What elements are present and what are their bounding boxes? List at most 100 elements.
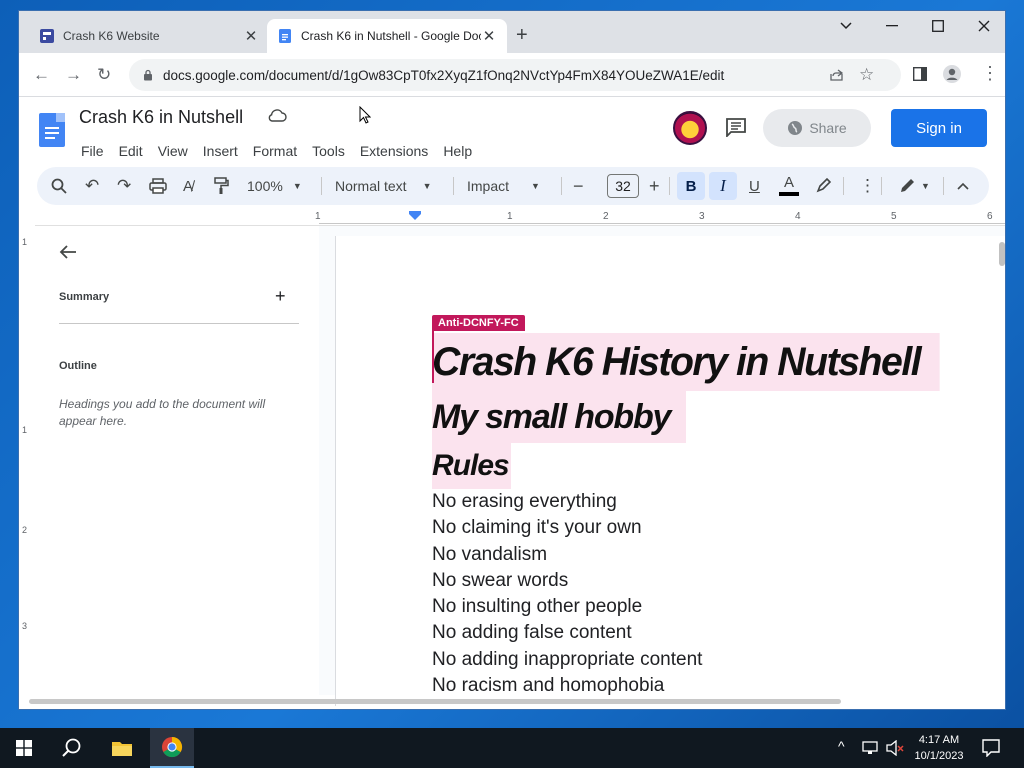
list-item[interactable]: No insulting other people	[432, 594, 702, 620]
file-explorer-icon[interactable]	[102, 728, 142, 768]
font-value: Impact	[467, 178, 510, 194]
system-clock[interactable]: 4:17 AM 10/1/2023	[908, 732, 970, 764]
heading-subtitle[interactable]: My small hobby	[432, 391, 687, 443]
list-item[interactable]: No erasing everything	[432, 489, 702, 515]
tab-crash-k6-website[interactable]: Crash K6 Website ✕	[29, 19, 269, 53]
horizontal-scrollbar[interactable]	[29, 699, 841, 704]
font-size-input[interactable]: 32	[607, 174, 639, 198]
panel-divider	[59, 323, 299, 324]
hide-menus-icon[interactable]	[957, 167, 969, 205]
ruler-tick: 4	[795, 211, 801, 222]
tab-title: Crash K6 in Nutshell - Google Docs	[301, 29, 481, 43]
vertical-scrollbar[interactable]	[999, 242, 1005, 266]
maximize-icon[interactable]	[915, 11, 961, 41]
list-item[interactable]: No adding inappropriate content	[432, 647, 702, 673]
share-page-icon[interactable]	[829, 68, 845, 82]
ruler-baseline	[319, 223, 1005, 224]
toolbar-divider	[881, 177, 882, 195]
italic-icon[interactable]: I	[709, 172, 737, 200]
tab-search-icon[interactable]	[823, 11, 869, 41]
bookmark-star-icon[interactable]: ☆	[859, 65, 874, 85]
docs-favicon-icon	[279, 29, 291, 43]
list-item[interactable]: No swear words	[432, 568, 702, 594]
heading-rules[interactable]: Rules	[432, 443, 511, 489]
reload-icon[interactable]: ↻	[97, 65, 111, 85]
comment-history-icon[interactable]	[725, 117, 747, 137]
text-color-icon[interactable]: A	[779, 167, 799, 205]
start-button[interactable]	[6, 728, 42, 768]
more-options-icon[interactable]: ⋮	[859, 167, 876, 205]
zoom-select[interactable]: 100% ▼	[247, 167, 302, 205]
heading-title[interactable]: Crash K6 History in Nutshell	[432, 333, 940, 391]
editing-toolbar: ↶ ↷ A̸ 100% ▼ Normal text ▼ Impact ▼ − 3…	[37, 167, 989, 205]
back-icon[interactable]: ←	[33, 65, 50, 85]
editing-mode-icon[interactable]: ▼	[899, 167, 930, 205]
search-menus-icon[interactable]	[51, 167, 67, 205]
back-arrow-icon[interactable]	[59, 244, 77, 260]
menu-file[interactable]: File	[81, 143, 104, 159]
paragraph-style-select[interactable]: Normal text ▼	[335, 167, 432, 205]
menu-edit[interactable]: Edit	[119, 143, 143, 159]
side-panel-icon[interactable]	[913, 67, 927, 81]
chevron-up-icon[interactable]: ^	[838, 738, 845, 754]
volume-muted-icon[interactable]	[886, 740, 904, 756]
print-icon[interactable]	[149, 167, 167, 205]
docs-logo-icon[interactable]	[39, 113, 65, 147]
ruler-tick: 1	[22, 425, 28, 435]
sign-in-button[interactable]: Sign in	[891, 109, 987, 147]
tab-google-docs[interactable]: Crash K6 in Nutshell - Google Docs ✕	[267, 19, 507, 53]
font-select[interactable]: Impact ▼	[467, 167, 540, 205]
search-icon[interactable]	[52, 728, 92, 768]
list-item[interactable]: No adding false content	[432, 620, 702, 646]
rules-list: No erasing everything No claiming it's y…	[432, 489, 702, 699]
notifications-icon[interactable]	[982, 739, 1000, 757]
minimize-icon[interactable]	[869, 11, 915, 41]
outline-hint: Headings you add to the document will ap…	[59, 397, 266, 428]
menu-bar: File Edit View Insert Format Tools Exten…	[81, 143, 487, 159]
redo-icon[interactable]: ↷	[117, 167, 131, 205]
spellcheck-icon[interactable]: A̸	[183, 167, 193, 205]
new-tab-icon[interactable]: +	[516, 25, 528, 45]
add-summary-icon[interactable]: +	[275, 286, 286, 307]
close-window-icon[interactable]	[961, 11, 1005, 41]
menu-help[interactable]: Help	[443, 143, 472, 159]
mouse-pointer-icon	[359, 106, 371, 124]
increase-font-size-icon[interactable]: +	[649, 167, 660, 205]
menu-tools[interactable]: Tools	[312, 143, 345, 159]
profile-icon[interactable]	[943, 65, 961, 83]
url-field[interactable]: docs.google.com/document/d/1gOw83CpT0fx2…	[129, 59, 901, 91]
list-item[interactable]: No claiming it's your own	[432, 515, 702, 541]
close-tab-icon[interactable]: ✕	[481, 27, 497, 45]
url-text: docs.google.com/document/d/1gOw83CpT0fx2…	[163, 67, 725, 83]
menu-insert[interactable]: Insert	[203, 143, 238, 159]
menu-view[interactable]: View	[158, 143, 188, 159]
collaborator-avatar[interactable]	[673, 111, 707, 145]
menu-extensions[interactable]: Extensions	[360, 143, 428, 159]
cloud-saved-icon[interactable]	[267, 109, 287, 123]
document-area: Summary + Outline Headings you add to th…	[35, 225, 1005, 706]
network-icon[interactable]	[862, 740, 880, 756]
chevron-down-icon: ▼	[422, 181, 432, 191]
share-button[interactable]: Share	[763, 109, 871, 147]
paint-format-icon[interactable]	[213, 167, 229, 205]
bold-icon[interactable]: B	[677, 172, 705, 200]
document-page[interactable]: Anti-DCNFY-FC Crash K6 History in Nutshe…	[335, 236, 1005, 706]
chrome-taskbar-icon[interactable]	[150, 728, 194, 768]
forward-icon[interactable]: →	[65, 65, 82, 85]
browser-menu-icon[interactable]: ⋮	[981, 63, 999, 84]
summary-label: Summary	[59, 291, 110, 303]
chevron-down-icon: ▼	[292, 181, 302, 191]
list-item[interactable]: No vandalism	[432, 542, 702, 568]
menu-format[interactable]: Format	[253, 143, 297, 159]
toolbar-divider	[453, 177, 454, 195]
highlight-color-icon[interactable]	[815, 167, 831, 205]
indent-marker-icon[interactable]	[408, 211, 422, 221]
undo-icon[interactable]: ↶	[85, 167, 99, 205]
underline-icon[interactable]: U	[749, 167, 760, 205]
decrease-font-size-icon[interactable]: −	[573, 167, 584, 205]
document-title[interactable]: Crash K6 in Nutshell	[79, 107, 243, 128]
list-item[interactable]: No racism and homophobia	[432, 673, 702, 699]
close-tab-icon[interactable]: ✕	[243, 27, 259, 45]
collaborator-cursor	[432, 331, 434, 383]
outline-label: Outline	[59, 360, 97, 372]
